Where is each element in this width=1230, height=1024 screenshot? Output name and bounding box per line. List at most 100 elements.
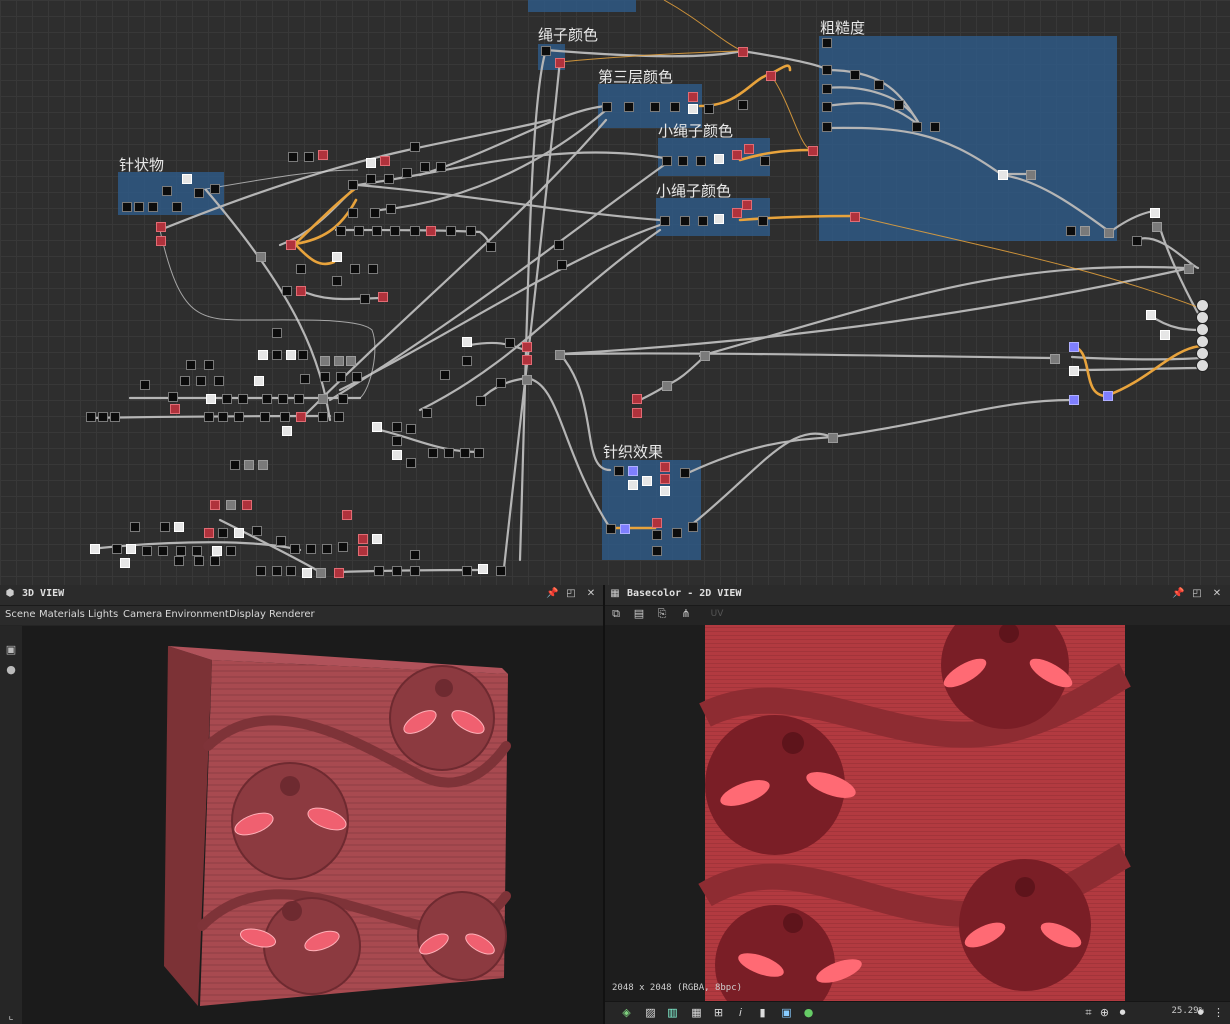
node[interactable] (272, 350, 282, 360)
node[interactable] (156, 222, 166, 232)
node[interactable] (1103, 391, 1113, 401)
node[interactable] (541, 46, 551, 56)
output-node[interactable] (1196, 359, 1209, 372)
node[interactable] (440, 370, 450, 380)
node[interactable] (522, 342, 532, 352)
node[interactable] (350, 264, 360, 274)
node[interactable] (652, 518, 662, 528)
zoom-dot-icon[interactable]: ● (1115, 1005, 1130, 1020)
node[interactable] (1150, 208, 1160, 218)
node[interactable] (700, 351, 710, 361)
checker-icon[interactable]: ▨ (643, 1005, 658, 1020)
node[interactable] (252, 526, 262, 536)
node[interactable] (286, 350, 296, 360)
node[interactable] (262, 394, 272, 404)
node[interactable] (406, 424, 416, 434)
layers-icon[interactable]: ◈ (619, 1005, 634, 1020)
node[interactable] (704, 104, 714, 114)
node[interactable] (1146, 310, 1156, 320)
node[interactable] (256, 252, 266, 262)
node[interactable] (196, 376, 206, 386)
node[interactable] (162, 186, 172, 196)
node[interactable] (410, 142, 420, 152)
node[interactable] (210, 500, 220, 510)
node[interactable] (130, 522, 140, 532)
node[interactable] (170, 404, 180, 414)
node[interactable] (160, 522, 170, 532)
node[interactable] (348, 208, 358, 218)
maximize-icon[interactable]: ◰ (1192, 589, 1202, 599)
node[interactable] (505, 338, 515, 348)
node[interactable] (336, 372, 346, 382)
node[interactable] (662, 381, 672, 391)
node[interactable] (204, 528, 214, 538)
node[interactable] (338, 542, 348, 552)
zoom-dot-icon[interactable]: ● (1193, 1005, 1208, 1020)
node[interactable] (98, 412, 108, 422)
node[interactable] (176, 546, 186, 556)
node[interactable] (334, 356, 344, 366)
node[interactable] (204, 360, 214, 370)
node[interactable] (912, 122, 922, 132)
node[interactable] (557, 260, 567, 270)
node[interactable] (272, 328, 282, 338)
node[interactable] (822, 102, 832, 112)
node[interactable] (156, 236, 166, 246)
node[interactable] (278, 394, 288, 404)
node[interactable] (486, 242, 496, 252)
node[interactable] (296, 412, 306, 422)
node[interactable] (234, 412, 244, 422)
node[interactable] (242, 500, 252, 510)
node[interactable] (732, 208, 742, 218)
node[interactable] (496, 378, 506, 388)
node[interactable] (238, 394, 248, 404)
node[interactable] (342, 510, 352, 520)
tiling-icon[interactable]: ⊞ (711, 1005, 726, 1020)
node[interactable] (555, 58, 565, 68)
node[interactable] (282, 426, 292, 436)
grid-icon[interactable]: ▦ (689, 1005, 704, 1020)
node[interactable] (174, 522, 184, 532)
menu-scene[interactable]: Scene (5, 609, 36, 620)
node[interactable] (766, 71, 776, 81)
node[interactable] (336, 226, 346, 236)
node[interactable] (420, 162, 430, 172)
node[interactable] (192, 546, 202, 556)
node[interactable] (380, 156, 390, 166)
info-icon[interactable]: 𝑖 (733, 1005, 748, 1020)
node[interactable] (688, 104, 698, 114)
camera-icon[interactable]: ▣ (5, 644, 17, 656)
node[interactable] (174, 556, 184, 566)
node[interactable] (384, 174, 394, 184)
node[interactable] (140, 380, 150, 390)
node[interactable] (624, 102, 634, 112)
node[interactable] (822, 122, 832, 132)
node[interactable] (332, 276, 342, 286)
node[interactable] (234, 528, 244, 538)
node[interactable] (522, 375, 532, 385)
node[interactable] (998, 170, 1008, 180)
node[interactable] (660, 474, 670, 484)
node[interactable] (392, 422, 402, 432)
node[interactable] (318, 412, 328, 422)
2d-viewport[interactable]: 2048 x 2048 (RGBA, 8bpc) (605, 625, 1230, 1024)
node[interactable] (210, 184, 220, 194)
node[interactable] (672, 528, 682, 538)
node[interactable] (142, 546, 152, 556)
node[interactable] (678, 156, 688, 166)
node[interactable] (322, 544, 332, 554)
histogram-icon[interactable]: ▮ (755, 1005, 770, 1020)
node[interactable] (444, 448, 454, 458)
3d-viewport[interactable] (22, 626, 603, 1024)
node[interactable] (1050, 354, 1060, 364)
node[interactable] (368, 264, 378, 274)
node[interactable] (410, 226, 420, 236)
corner-icon[interactable]: ⌞ (5, 1010, 17, 1022)
node[interactable] (738, 47, 748, 57)
node[interactable] (1132, 236, 1142, 246)
node[interactable] (462, 337, 472, 347)
node[interactable] (318, 150, 328, 160)
node[interactable] (422, 408, 432, 418)
node[interactable] (226, 500, 236, 510)
node[interactable] (850, 70, 860, 80)
